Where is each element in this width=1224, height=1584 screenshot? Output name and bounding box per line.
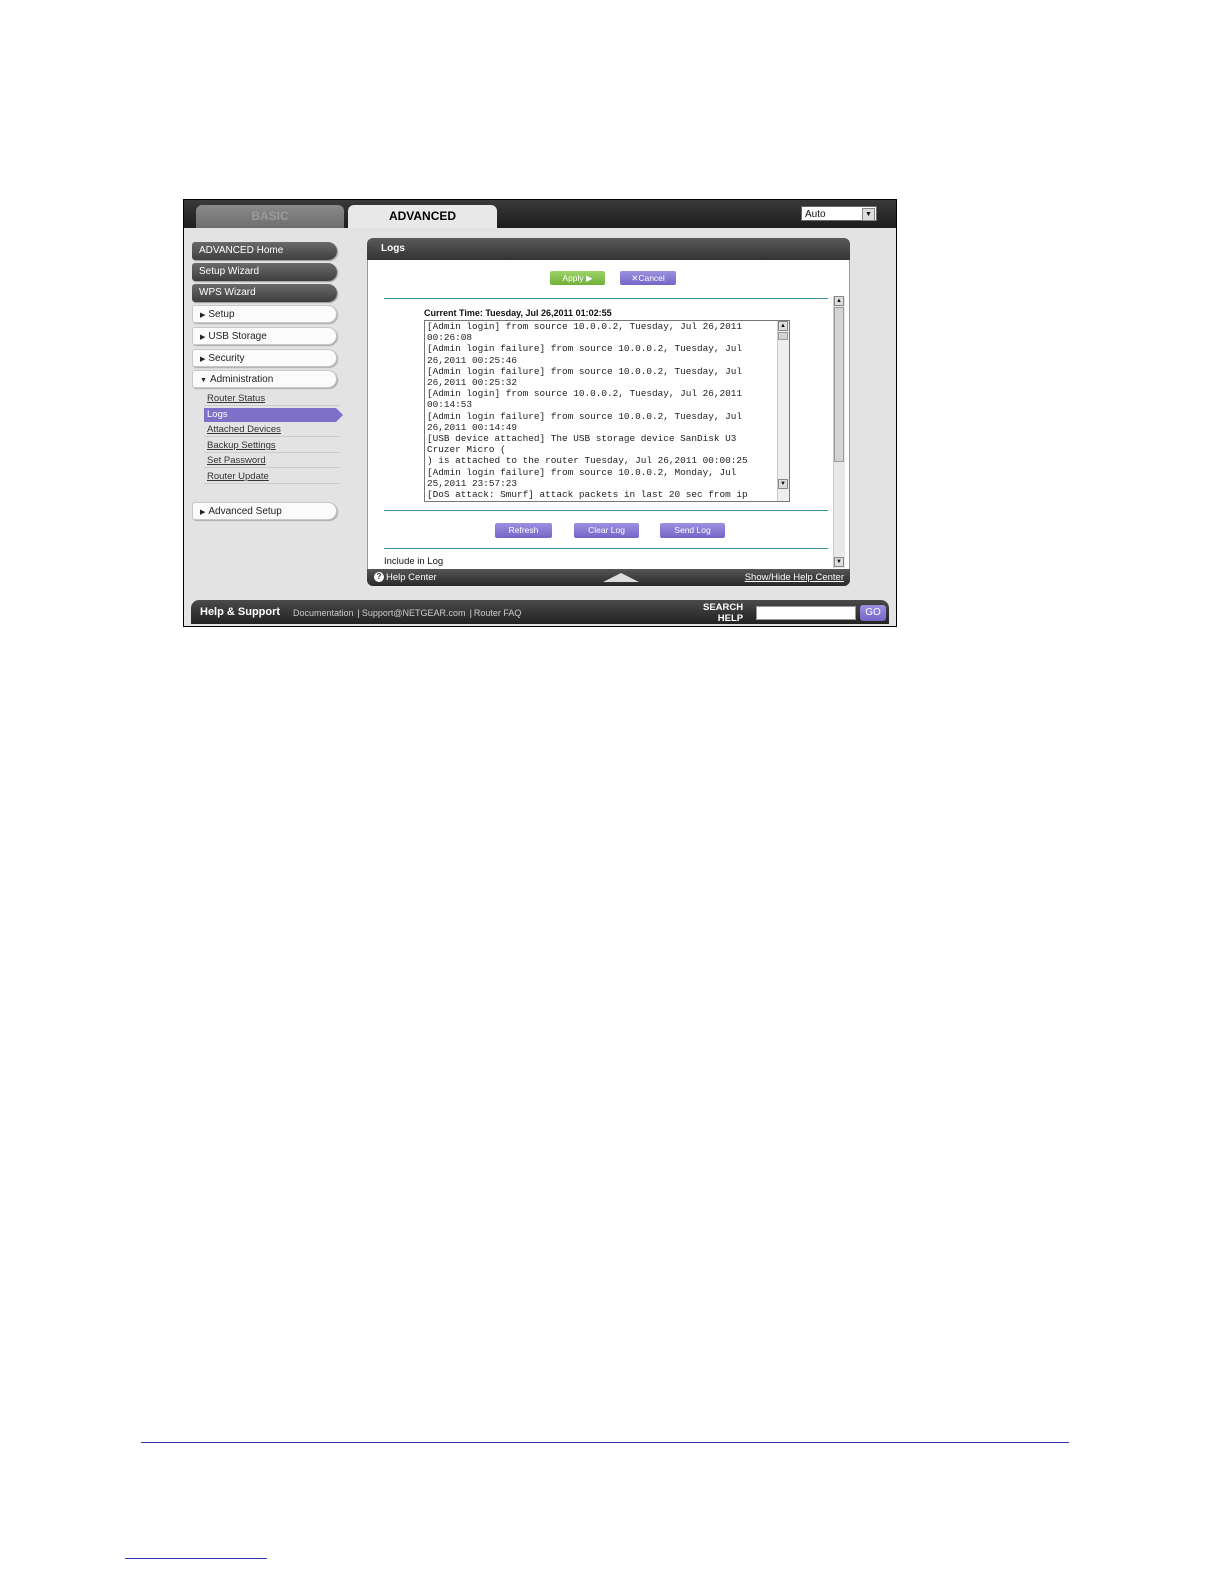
search-label-line2: HELP <box>717 613 744 624</box>
scroll-thumb[interactable] <box>778 332 788 340</box>
scroll-up-icon[interactable]: ▲ <box>778 321 788 331</box>
help-center-label[interactable]: Help Center <box>386 569 437 586</box>
go-button[interactable]: GO <box>860 605 886 621</box>
log-line: Cruzer Micro ( <box>427 444 506 456</box>
log-line: 00:26:08 <box>427 332 473 344</box>
sidebar-subitem-attached-devices[interactable]: Attached Devices <box>204 423 340 437</box>
sidebar-item-advanced-home[interactable]: ADVANCED Home <box>192 242 337 260</box>
divider <box>384 548 828 549</box>
log-line: [DoS attack: Smurf] attack packets in la… <box>427 489 748 499</box>
cancel-label: Cancel <box>638 273 665 283</box>
support-email-link[interactable]: Support@NETGEAR.com <box>362 608 466 618</box>
log-line: 25,2011 23:57:23 <box>427 477 518 489</box>
search-input[interactable] <box>756 606 856 620</box>
sidebar-item-security[interactable]: ▶ Security <box>192 349 337 367</box>
log-textarea[interactable]: [Admin login] from source 10.0.0.2, Tues… <box>424 320 790 502</box>
current-time: Current Time: Tuesday, Jul 26,2011 01:02… <box>424 308 612 318</box>
separator: | <box>469 608 472 618</box>
log-content: [Admin login] from source 10.0.0.2, Tues… <box>427 321 775 499</box>
log-line: 26,2011 00:25:32 <box>427 377 518 389</box>
logs-panel: Logs Apply ▶ ✕Cancel Current Time: Tuesd… <box>367 238 850 588</box>
language-select[interactable]: Auto ▼ <box>801 206 877 221</box>
log-line: ) is attached to the router Tuesday, Jul… <box>427 455 748 467</box>
sidebar-item-label: Administration <box>209 374 274 385</box>
scroll-thumb[interactable] <box>834 307 844 462</box>
log-line: [Admin login failure] from source 10.0.0… <box>427 343 743 355</box>
log-line: 00:14:53 <box>427 399 473 411</box>
tab-advanced[interactable]: ADVANCED <box>348 205 497 228</box>
log-line: [Admin login] from source 10.0.0.2, Tues… <box>427 388 743 400</box>
triangle-right-icon: ▶ <box>200 356 206 363</box>
top-bar: BASIC ADVANCED Auto ▼ <box>184 200 896 228</box>
help-icon[interactable]: ? <box>374 572 384 582</box>
sidebar-item-label: Advanced Setup <box>208 506 282 517</box>
scroll-up-icon[interactable]: ▲ <box>834 296 844 306</box>
divider <box>384 298 828 299</box>
sidebar-item-setup[interactable]: ▶ Setup <box>192 305 337 323</box>
sidebar-subitem-set-password[interactable]: Set Password <box>204 454 340 468</box>
refresh-button[interactable]: Refresh <box>495 523 552 538</box>
divider <box>384 510 828 511</box>
router-admin-screenshot: BASIC ADVANCED Auto ▼ ADVANCED Home Setu… <box>183 199 897 627</box>
help-support-title: Help & Support <box>200 606 281 618</box>
sidebar-item-label: Security <box>208 353 245 364</box>
log-line: [Admin login failure] from source 10.0.0… <box>427 365 743 377</box>
sidebar-item-usb-storage[interactable]: ▶ USB Storage <box>192 327 337 345</box>
sidebar-item-advanced-setup[interactable]: ▶ Advanced Setup <box>192 502 337 520</box>
language-select-value: Auto <box>805 209 826 220</box>
log-line: [Admin login failure] from source 10.0.0… <box>427 466 737 478</box>
page-divider <box>141 1442 1069 1443</box>
sidebar-subitem-router-update[interactable]: Router Update <box>204 470 340 484</box>
scroll-down-icon[interactable]: ▼ <box>834 557 844 567</box>
panel-scrollbar[interactable]: ▲ ▼ <box>833 296 845 568</box>
page-footnote-rule <box>125 1558 267 1559</box>
log-line: 26,2011 00:14:49 <box>427 421 518 433</box>
log-line: [USB device attached] The USB storage de… <box>427 433 737 445</box>
sidebar-subitem-router-status[interactable]: Router Status <box>204 392 340 406</box>
sidebar-item-label: Setup <box>208 309 235 320</box>
triangle-right-icon: ▶ <box>200 334 206 341</box>
sidebar-item-administration[interactable]: ▼ Administration <box>192 370 337 388</box>
panel-body: Apply ▶ ✕Cancel Current Time: Tuesday, J… <box>367 260 850 569</box>
send-log-button[interactable]: Send Log <box>660 523 725 538</box>
tab-basic[interactable]: BASIC <box>196 205 344 228</box>
log-line: 26,2011 00:25:46 <box>427 354 518 366</box>
router-faq-link[interactable]: Router FAQ <box>474 608 522 618</box>
triangle-right-icon: ▶ <box>200 312 206 319</box>
triangle-down-icon: ▼ <box>200 377 207 384</box>
clear-log-button[interactable]: Clear Log <box>574 523 639 538</box>
sidebar-subitem-logs[interactable]: Logs <box>204 408 343 422</box>
show-hide-help-link[interactable]: Show/Hide Help Center <box>745 569 844 586</box>
triangle-right-icon: ▶ <box>200 509 206 516</box>
sidebar-subitem-backup-settings[interactable]: Backup Settings <box>204 439 340 453</box>
include-in-log-label: Include in Log <box>384 556 444 567</box>
log-line: [Admin login] from source 10.0.0.2, Tues… <box>427 321 743 332</box>
search-label-line1: SEARCH <box>703 602 744 613</box>
help-center-bar: ? Help Center Show/Hide Help Center <box>367 569 850 586</box>
sidebar-item-label: USB Storage <box>208 331 267 342</box>
support-links: Documentation | Support@NETGEAR.com | Router… <box>293 608 523 618</box>
chevron-down-icon[interactable]: ▼ <box>862 208 875 221</box>
help-support-bar: Help & Support Documentation | Support@NET… <box>191 600 889 624</box>
documentation-link[interactable]: Documentation <box>293 608 354 618</box>
scroll-down-icon[interactable]: ▼ <box>778 479 788 489</box>
sidebar-item-wps-wizard[interactable]: WPS Wizard <box>192 284 337 302</box>
separator: | <box>357 608 360 618</box>
expand-arrow-icon[interactable] <box>603 573 639 582</box>
log-line: [Admin login failure] from source 10.0.0… <box>427 410 743 422</box>
apply-button[interactable]: Apply ▶ <box>550 271 605 285</box>
cancel-button[interactable]: ✕Cancel <box>620 271 676 285</box>
sidebar-item-setup-wizard[interactable]: Setup Wizard <box>192 263 337 281</box>
search-help-label: SEARCH HELP <box>703 602 743 624</box>
log-scrollbar[interactable]: ▲ ▼ <box>777 321 789 501</box>
panel-title: Logs <box>367 238 850 260</box>
